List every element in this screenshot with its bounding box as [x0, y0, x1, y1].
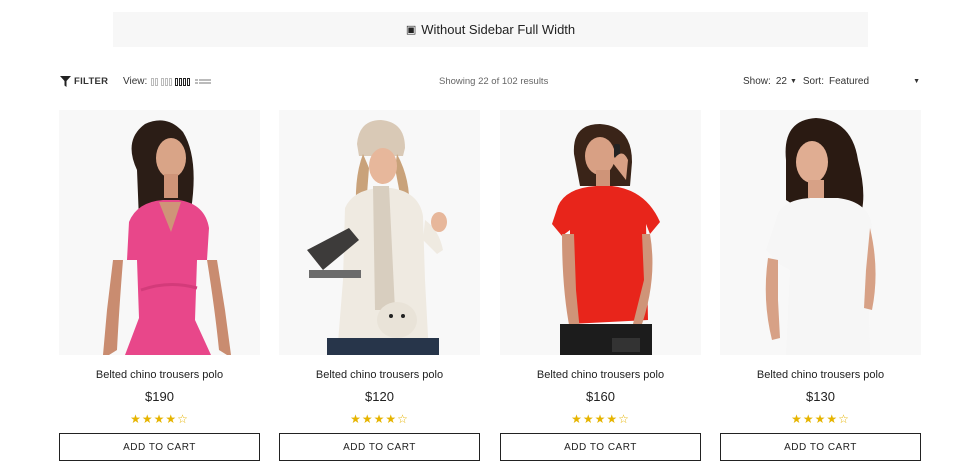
product-image[interactable]	[500, 110, 701, 355]
banner-title: Without Sidebar Full Width	[421, 22, 576, 37]
woman-red-top-image	[552, 124, 660, 355]
add-to-cart-button[interactable]: ADD TO CART	[500, 433, 701, 461]
rating-stars: ★★★★☆	[500, 412, 701, 426]
sort-label: Sort:	[802, 76, 824, 87]
star-filled-icon: ★	[165, 412, 178, 426]
view-list-icon[interactable]	[195, 78, 212, 85]
view-2-columns-icon[interactable]	[151, 77, 159, 86]
product-price: $130	[806, 389, 835, 404]
results-count: Showing 22 of 102 results	[439, 76, 549, 87]
add-to-cart-button[interactable]: ADD TO CART	[59, 433, 260, 461]
product-card: Belted chino trousers polo $190 ★★★★☆ AD…	[59, 110, 260, 461]
product-image[interactable]	[279, 110, 480, 355]
woman-white-tee-image	[765, 118, 876, 355]
rating-stars: ★★★★☆	[59, 412, 260, 426]
woman-winter-scarf-image	[307, 120, 447, 355]
view-switcher: View:	[123, 76, 212, 87]
filter-button[interactable]: FILTER	[60, 76, 108, 87]
product-title[interactable]: Belted chino trousers polo	[720, 369, 921, 381]
product-price: $190	[145, 389, 174, 404]
add-to-cart-button[interactable]: ADD TO CART	[279, 433, 480, 461]
funnel-icon	[60, 76, 71, 87]
star-empty-icon: ☆	[618, 412, 630, 426]
rating-stars: ★★★★☆	[279, 412, 480, 426]
show-sort-controls: Show: 22 ▼ Sort: Featured ▼	[743, 76, 920, 87]
star-filled-icon: ★	[814, 412, 827, 426]
sort-select-value: Featured	[829, 76, 870, 87]
product-title[interactable]: Belted chino trousers polo	[59, 369, 260, 381]
show-select-value[interactable]: 22	[776, 76, 787, 87]
product-price: $160	[586, 389, 615, 404]
woman-pink-dress-image	[103, 120, 231, 355]
star-filled-icon: ★	[571, 412, 583, 426]
star-filled-icon: ★	[361, 412, 374, 426]
star-empty-icon: ☆	[177, 412, 189, 426]
view-3-columns-icon[interactable]	[161, 77, 173, 86]
caret-down-icon[interactable]: ▼	[790, 78, 797, 85]
product-image[interactable]	[59, 110, 260, 355]
sort-select[interactable]: Featured ▼	[829, 76, 920, 87]
star-empty-icon: ☆	[397, 412, 409, 426]
product-card: Belted chino trousers polo $160 ★★★★☆ AD…	[500, 110, 701, 461]
rating-stars: ★★★★☆	[720, 412, 921, 426]
product-price: $120	[365, 389, 394, 404]
view-4-columns-icon[interactable]	[175, 77, 191, 86]
star-empty-icon: ☆	[838, 412, 850, 426]
show-label: Show:	[743, 76, 771, 87]
star-filled-icon: ★	[350, 412, 362, 426]
filter-label: FILTER	[74, 76, 109, 87]
star-filled-icon: ★	[130, 412, 142, 426]
star-filled-icon: ★	[385, 412, 398, 426]
shop-toolbar: FILTER View: Showing 22 of 102 results S…	[60, 74, 920, 92]
star-filled-icon: ★	[791, 412, 803, 426]
star-filled-icon: ★	[594, 412, 607, 426]
star-filled-icon: ★	[153, 412, 166, 426]
product-card: Belted chino trousers polo $120 ★★★★☆ AD…	[279, 110, 480, 461]
product-title[interactable]: Belted chino trousers polo	[500, 369, 701, 381]
product-title[interactable]: Belted chino trousers polo	[279, 369, 480, 381]
add-to-cart-button[interactable]: ADD TO CART	[720, 433, 921, 461]
caret-down-icon: ▼	[913, 78, 920, 85]
star-filled-icon: ★	[826, 412, 839, 426]
page-banner: ▣ Without Sidebar Full Width	[113, 12, 868, 47]
star-filled-icon: ★	[606, 412, 619, 426]
star-filled-icon: ★	[802, 412, 815, 426]
star-filled-icon: ★	[141, 412, 154, 426]
view-label: View:	[123, 76, 148, 87]
product-image[interactable]	[720, 110, 921, 355]
product-card: Belted chino trousers polo $130 ★★★★☆ AD…	[720, 110, 921, 461]
star-filled-icon: ★	[582, 412, 595, 426]
star-filled-icon: ★	[373, 412, 386, 426]
square-icon: ▣	[405, 24, 417, 36]
